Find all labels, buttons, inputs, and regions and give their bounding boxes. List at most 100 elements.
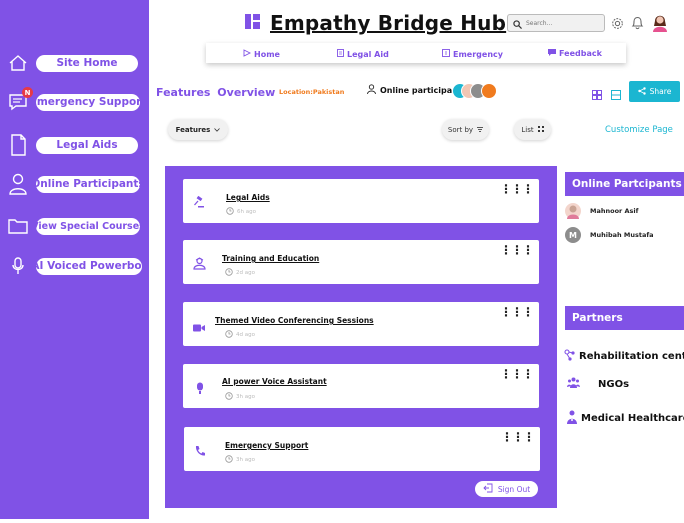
nav-legal-aid[interactable]: Legal Aid (337, 49, 389, 59)
sidebar-item-ai-voiced-powerbot[interactable]: AI Voiced Powerbot (6, 252, 147, 280)
brand: Empathy Bridge Hub (245, 11, 506, 35)
home-nav-icon (243, 49, 252, 59)
list-view-button[interactable]: List (514, 119, 551, 140)
sidebar-item-emergency-support[interactable]: N Emergency Support (6, 87, 146, 116)
nav-emergency[interactable]: Emergency (442, 49, 503, 59)
bell-icon[interactable] (631, 15, 644, 34)
avatar[interactable] (652, 12, 668, 36)
sidebar-item-label: Online Participants (31, 175, 145, 193)
nav-feedback[interactable]: Feedback (548, 49, 602, 58)
share-icon (637, 86, 646, 97)
participant-item[interactable]: Mahnoor Asif (565, 203, 638, 219)
partner-item[interactable]: Rehabilitation center (564, 349, 684, 364)
sidebar-item-label: Legal Aids (36, 136, 138, 154)
features-filter-label: Features (175, 125, 211, 134)
more-options-icon[interactable]: ⋮⋮⋮ (501, 430, 535, 444)
card-time-label: 3h ago (236, 394, 255, 400)
search-box[interactable] (507, 14, 605, 32)
nav-home[interactable]: Home (243, 49, 280, 59)
nav-label: Emergency (453, 49, 503, 59)
video-icon (193, 318, 207, 332)
avatar (481, 83, 497, 99)
online-participant-label: Online participant (380, 85, 462, 95)
search-input[interactable] (526, 19, 596, 27)
sidebar-item-legal-aids[interactable]: Legal Aids (6, 131, 146, 159)
group-icon (567, 377, 580, 391)
card-timestamp: 3h ago (225, 392, 255, 402)
online-participant-indicator: Online participant (367, 84, 462, 96)
partner-item[interactable]: NGOs (567, 377, 629, 391)
sidebar: Site Home N Emergency Support Legal Aids… (0, 0, 149, 519)
gear-icon[interactable] (611, 15, 624, 34)
card-time-label: 4d ago (236, 332, 255, 338)
layout-view-icon[interactable] (611, 85, 621, 104)
rehab-icon (564, 349, 576, 364)
participant-name: Mahnoor Asif (590, 207, 639, 215)
user-icon (6, 172, 30, 196)
more-options-icon[interactable]: ⋮⋮⋮ (500, 182, 534, 196)
list-label: List (521, 125, 534, 134)
more-options-icon[interactable]: ⋮⋮⋮ (500, 305, 534, 319)
clock-icon (226, 207, 234, 217)
search-icon (513, 14, 522, 33)
sidebar-item-label: AI Voiced Powerbot (31, 257, 147, 275)
feature-card-training-education[interactable]: Training and Education 2d ago ⋮⋮⋮ (183, 240, 539, 284)
grid-view-icon[interactable] (592, 85, 602, 104)
card-title: Emergency Support (225, 441, 309, 450)
more-options-icon[interactable]: ⋮⋮⋮ (500, 243, 534, 257)
emergency-nav-icon (442, 49, 450, 59)
more-options-icon[interactable]: ⋮⋮⋮ (500, 367, 534, 381)
partner-item[interactable]: Medical Healthcares (566, 410, 684, 427)
feature-card-video-conferencing[interactable]: Themed Video Conferencing Sessions 4d ag… (183, 302, 539, 346)
participant-item[interactable]: M Muhibah Mustafa (565, 227, 654, 243)
card-title: Themed Video Conferencing Sessions (215, 316, 374, 325)
feature-card-legal-aids[interactable]: Legal Aids 6h ago ⋮⋮⋮ (183, 179, 539, 223)
sign-out-button[interactable]: Sign Out (474, 480, 539, 498)
sort-by-button[interactable]: Sort by (442, 119, 489, 140)
card-time-label: 6h ago (237, 209, 256, 215)
card-time-label: 3h ago (236, 457, 255, 463)
home-icon (6, 51, 30, 75)
sidebar-item-view-special-courses[interactable]: View Special Courses (6, 212, 146, 240)
list-grid-icon (537, 125, 544, 134)
partner-label: Rehabilitation center (579, 351, 684, 362)
partner-label: NGOs (598, 378, 630, 390)
clock-icon (225, 392, 233, 402)
app-title: Empathy Bridge Hub (270, 11, 507, 35)
sidebar-item-online-participants[interactable]: Online Participants (6, 170, 146, 198)
feature-cards-panel: Legal Aids 6h ago ⋮⋮⋮ Training and Educa… (165, 166, 557, 508)
card-timestamp: 6h ago (226, 207, 256, 217)
sidebar-item-site-home[interactable]: Site Home (6, 49, 146, 77)
nav-label: Home (254, 49, 280, 59)
clock-icon (225, 455, 233, 465)
legal-doc-icon (337, 49, 344, 59)
microphone-icon (6, 254, 30, 278)
card-time-label: 2d ago (236, 270, 255, 276)
participant-name: Muhibah Mustafa (590, 231, 654, 239)
nav-label: Legal Aid (347, 49, 389, 59)
feature-card-voice-assistant[interactable]: AI power Voice Assistant 3h ago ⋮⋮⋮ (183, 364, 539, 408)
clock-icon (225, 268, 233, 278)
sort-icon (477, 126, 484, 134)
share-button[interactable]: Share (629, 81, 680, 102)
online-participants-header: Online Partcipants (565, 172, 684, 196)
feedback-icon (548, 49, 556, 58)
gavel-icon (193, 193, 207, 208)
folder-icon (6, 214, 30, 238)
sidebar-item-label: View Special Courses (31, 217, 145, 235)
customize-page-link[interactable]: Customize Page (605, 125, 673, 135)
feature-card-emergency-support[interactable]: Emergency Support 3h ago ⋮⋮⋮ (184, 427, 540, 471)
mic-icon (195, 379, 209, 394)
card-title: Legal Aids (226, 193, 270, 202)
card-timestamp: 3h ago (225, 455, 255, 465)
emergency-chat-icon: N (6, 87, 33, 114)
avatar (565, 203, 581, 219)
partners-header: Partners (565, 306, 684, 330)
sign-out-icon (483, 483, 493, 495)
features-filter-dropdown[interactable]: Features (168, 119, 228, 140)
card-title: AI power Voice Assistant (222, 377, 327, 386)
location-label: Location:Pakistan (279, 88, 345, 96)
medical-icon (566, 410, 578, 427)
sort-label: Sort by (447, 125, 474, 134)
sign-out-label: Sign Out (497, 484, 531, 494)
